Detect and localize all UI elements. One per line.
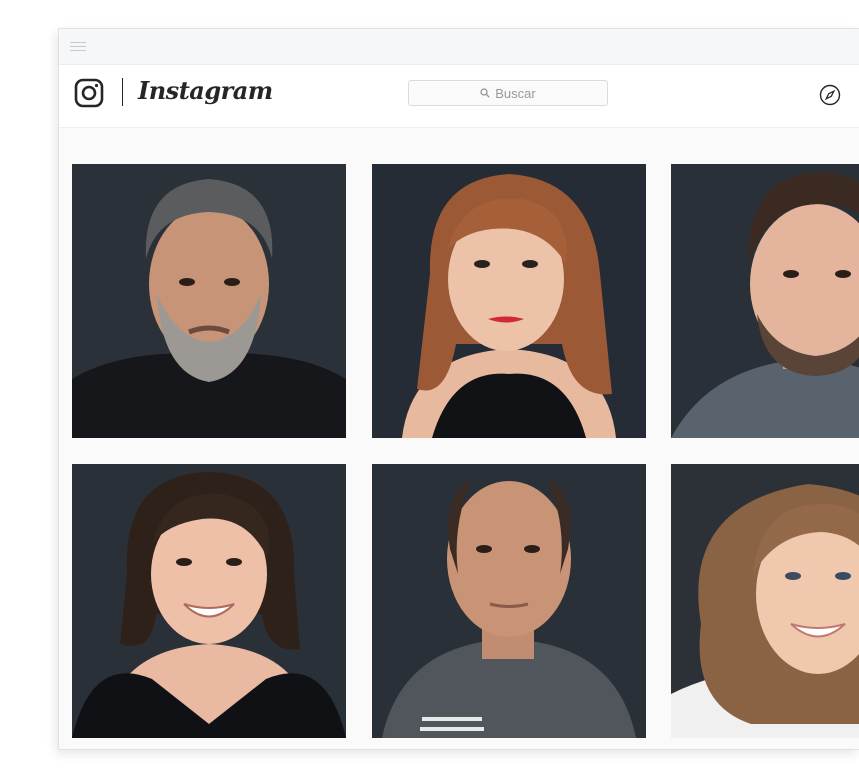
window-title-bar (59, 29, 859, 65)
browser-window: Instagram Buscar (58, 28, 859, 750)
search-placeholder: Buscar (495, 85, 536, 101)
post-tile[interactable] (372, 464, 646, 738)
portrait-photo (671, 164, 859, 438)
logo-divider (122, 78, 123, 106)
instagram-wordmark[interactable]: Instagram (138, 76, 273, 105)
portrait-photo (72, 464, 346, 738)
compass-icon[interactable] (819, 84, 841, 106)
post-tile[interactable] (372, 164, 646, 438)
search-input[interactable]: Buscar (408, 80, 608, 106)
post-tile[interactable] (671, 164, 859, 438)
search-icon (480, 88, 490, 98)
portrait-photo (372, 464, 646, 738)
hamburger-icon[interactable] (70, 42, 86, 52)
post-tile[interactable] (72, 464, 346, 738)
post-tile[interactable] (671, 464, 859, 738)
portrait-photo (671, 464, 859, 738)
stage: Instagram Buscar (0, 0, 859, 772)
post-tile[interactable] (72, 164, 346, 438)
instagram-header: Instagram Buscar (59, 65, 859, 128)
portrait-photo (72, 164, 346, 438)
portrait-photo (372, 164, 646, 438)
instagram-camera-icon[interactable] (74, 78, 104, 108)
